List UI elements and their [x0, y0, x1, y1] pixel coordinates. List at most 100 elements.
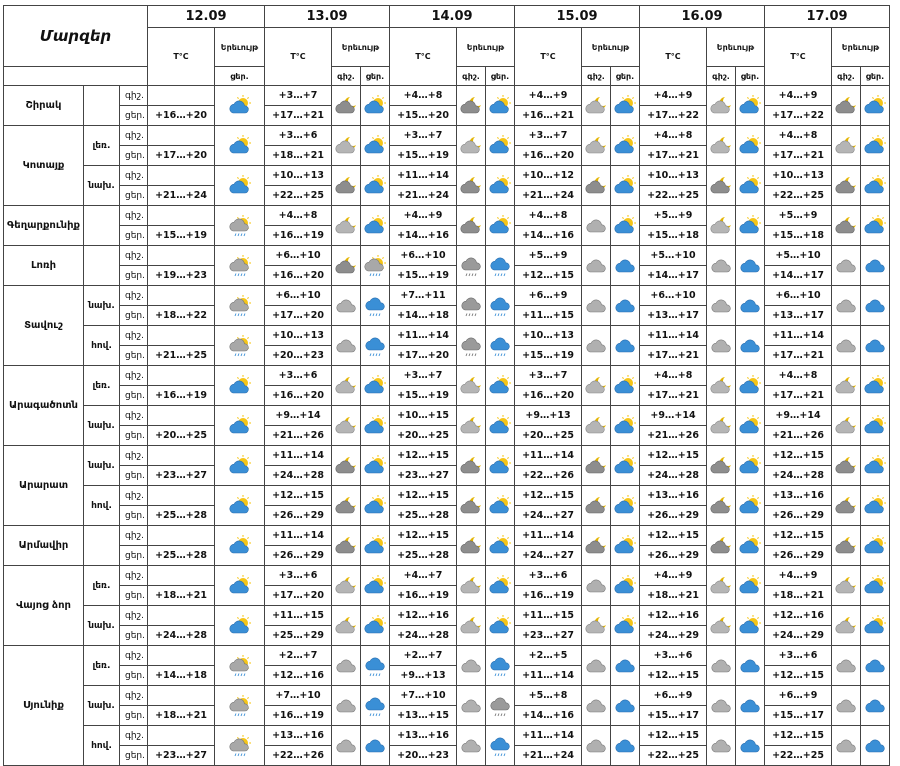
- night-phenomenon: [456, 205, 486, 246]
- temp-13-09: +24…+28: [264, 465, 332, 486]
- temp-17-09: +4…+8: [764, 125, 832, 146]
- temp-17-09: +4…+9: [764, 85, 832, 106]
- day-phenomenon: [485, 525, 515, 566]
- night-phenomenon: [456, 405, 486, 446]
- temp-13-09: +26…+29: [264, 545, 332, 566]
- partly-cloudy-sun-icon: [489, 534, 511, 553]
- day-header: ցեր.: [485, 66, 515, 86]
- blue-cloud-icon: [615, 299, 635, 312]
- temp-14-09: +7…+10: [389, 685, 457, 706]
- grey-cloud-icon: [836, 739, 856, 752]
- zone-label: հով.: [83, 485, 120, 526]
- day-phenomenon: [610, 325, 640, 366]
- temp-15-09: +4…+9: [514, 85, 582, 106]
- phenomenon-12-09: [214, 525, 265, 566]
- night-phenomenon: [581, 325, 611, 366]
- phenomenon-12-09: [214, 405, 265, 446]
- temp-16-09: +22…+25: [639, 745, 707, 766]
- temp-16-09: +12…+16: [639, 605, 707, 626]
- grey-cloud-icon: [586, 259, 606, 272]
- temp-12-09: +16…+19: [147, 385, 215, 406]
- temp-17-09: +13…+17: [764, 305, 832, 326]
- night-phenomenon: [331, 325, 361, 366]
- day-phenomenon: [485, 645, 515, 686]
- night-label: գիշ.: [119, 485, 148, 506]
- partly-cloudy-rain-icon: [229, 254, 251, 276]
- night-grey-cloud-moon-icon: [335, 96, 356, 113]
- zone-label: նախ.: [83, 165, 120, 206]
- blue-cloud-icon: [615, 699, 635, 712]
- temp-16-09: +12…+15: [639, 525, 707, 546]
- day-phenomenon: [610, 405, 640, 446]
- temp-13-09: +26…+29: [264, 505, 332, 526]
- grey-cloud-icon: [836, 699, 856, 712]
- day-phenomenon: [860, 325, 890, 366]
- temp-14-09: +3…+7: [389, 365, 457, 386]
- night-cloud-moon-icon: [710, 376, 731, 393]
- day-phenomenon: [860, 685, 890, 726]
- temp-15-09: +21…+24: [514, 745, 582, 766]
- night-grey-cloud-moon-icon: [710, 496, 731, 513]
- grey-cloud-icon: [836, 299, 856, 312]
- grey-cloud-icon: [461, 739, 481, 752]
- grey-cloud-icon: [586, 299, 606, 312]
- temp-15-09: +24…+27: [514, 545, 582, 566]
- temp-17-09: +3…+6: [764, 645, 832, 666]
- region-name: Շիրակ: [3, 85, 84, 126]
- temp-16-09: +21…+26: [639, 425, 707, 446]
- partly-cloudy-sun-icon: [364, 574, 386, 593]
- forecast-row: Սյունիք լեռ. գիշ. +2…+7 +2…+7 +2…+5 +3…+6 +3…+6: [3, 645, 890, 766]
- temp-16-09: +5…+9: [639, 205, 707, 226]
- temp-17-09: +17…+21: [764, 385, 832, 406]
- night-grey-cloud-moon-icon: [335, 176, 356, 193]
- temp-17-09: +4…+8: [764, 365, 832, 386]
- day-phenomenon: [360, 565, 390, 606]
- blue-cloud-icon: [865, 259, 885, 272]
- zone-empty: [83, 85, 120, 126]
- night-cloud-moon-icon: [835, 576, 856, 593]
- temp-17-09: +6…+9: [764, 685, 832, 706]
- temp-12-09: +21…+24: [147, 185, 215, 206]
- partly-cloudy-sun-icon: [229, 174, 251, 193]
- day-phenomenon: [735, 445, 765, 486]
- day-phenomenon: [860, 245, 890, 286]
- night-cloud-moon-icon: [835, 376, 856, 393]
- grey-cloud-icon: [586, 699, 606, 712]
- partly-cloudy-sun-icon: [864, 614, 886, 633]
- night-header: գիշ.: [706, 66, 736, 86]
- temp-13-09: +2…+7: [264, 645, 332, 666]
- temp-17-09: +17…+22: [764, 105, 832, 126]
- night-phenomenon: [331, 565, 361, 606]
- temp-17-09: +12…+15: [764, 445, 832, 466]
- temp-14-09: +4…+8: [389, 85, 457, 106]
- phenomenon-12-09: [214, 725, 265, 766]
- day-label: ցեր.: [119, 505, 148, 526]
- day-phenomenon: [360, 405, 390, 446]
- temp-12-09: +16…+20: [147, 105, 215, 126]
- temp-13-09: +3…+6: [264, 365, 332, 386]
- temp-17-09: +14…+17: [764, 265, 832, 286]
- temp-16-09: +4…+9: [639, 85, 707, 106]
- temp-13-09: +11…+15: [264, 605, 332, 626]
- day-phenomenon: [860, 605, 890, 646]
- forecast-row: Լոռի գիշ. +6…+10 +6…+10 +5…+9 +5…+10 +5…+10: [3, 245, 890, 286]
- grey-cloud-icon: [586, 579, 606, 592]
- partly-cloudy-sun-icon: [364, 414, 386, 433]
- day-phenomenon: [360, 245, 390, 286]
- grey-cloud-icon: [586, 739, 606, 752]
- zone-empty: [83, 245, 120, 286]
- partly-cloudy-sun-icon: [614, 374, 636, 393]
- temp-17-09: +4…+9: [764, 565, 832, 586]
- temp-14-09: +11…+14: [389, 165, 457, 186]
- day-phenomenon: [860, 285, 890, 326]
- temp-12-09: [147, 165, 215, 186]
- night-phenomenon: [581, 245, 611, 286]
- phenomenon-12-09: [214, 565, 265, 606]
- night-phenomenon: [831, 725, 861, 766]
- day-phenomenon: [485, 165, 515, 206]
- temp-16-09: +15…+17: [639, 705, 707, 726]
- partly-cloudy-rain-icon: [364, 254, 386, 276]
- day-phenomenon: [360, 85, 390, 126]
- zone-label: հով.: [83, 325, 120, 366]
- phenomenon-12-09: [214, 365, 265, 406]
